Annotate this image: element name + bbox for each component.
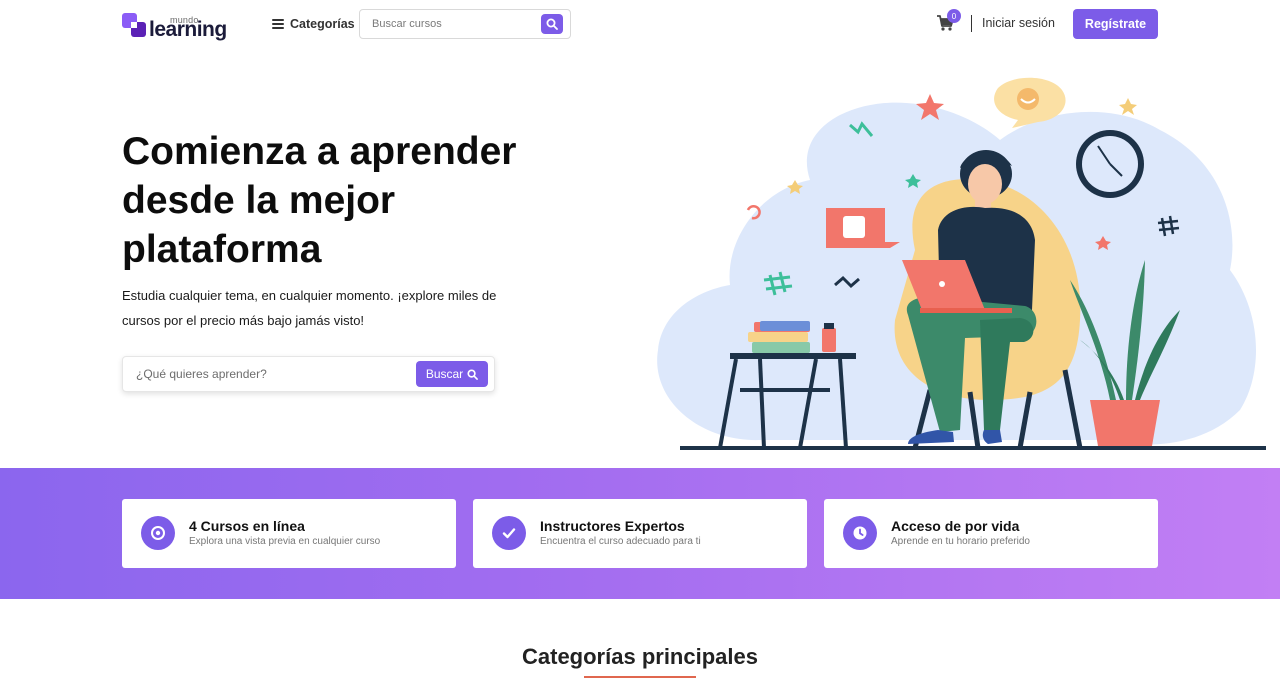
hero-illustration	[657, 77, 1266, 450]
check-icon	[492, 516, 526, 550]
logo-text: learning	[149, 18, 227, 41]
clock-icon	[843, 516, 877, 550]
register-button[interactable]: Regístrate	[1073, 9, 1158, 39]
hero-search-input[interactable]	[123, 357, 413, 391]
feature-card: 4 Cursos en línea Explora una vista prev…	[122, 499, 456, 568]
login-link[interactable]: Iniciar sesión	[982, 16, 1055, 30]
header-search-button[interactable]	[541, 14, 563, 34]
logo-mark-icon	[122, 13, 148, 39]
feature-title: Instructores Expertos	[540, 518, 685, 534]
header-divider	[971, 15, 972, 32]
target-icon	[141, 516, 175, 550]
feature-card: Acceso de por vida Aprende en tu horario…	[824, 499, 1158, 568]
hero-search: Buscar	[122, 356, 495, 392]
search-icon	[467, 368, 479, 380]
site-logo[interactable]: mundo learning	[122, 11, 227, 41]
feature-title: 4 Cursos en línea	[189, 518, 305, 534]
features-band: 4 Cursos en línea Explora una vista prev…	[0, 468, 1280, 599]
cart-count-badge: 0	[947, 9, 961, 23]
feature-description: Explora una vista previa en cualquier cu…	[189, 536, 381, 547]
categories-menu-button[interactable]: Categorías	[272, 14, 355, 34]
feature-title: Acceso de por vida	[891, 518, 1020, 534]
feature-description: Aprende en tu horario preferido	[891, 536, 1030, 547]
hero-subtitle: Estudia cualquier tema, en cualquier mom…	[122, 288, 497, 328]
hero-search-button[interactable]: Buscar	[416, 361, 488, 387]
top-navbar: mundo learning Categorías 0 Iniciar sesi…	[0, 0, 1280, 48]
cart-button[interactable]: 0	[936, 9, 961, 34]
section-title: Categorías principales	[522, 644, 758, 669]
hamburger-icon	[272, 19, 284, 29]
search-icon	[546, 18, 558, 30]
hero-title: Comienza a aprender desde la mejor plata…	[122, 130, 517, 271]
header-search	[359, 9, 571, 39]
hero-search-button-label: Buscar	[425, 367, 464, 381]
feature-card: Instructores Expertos Encuentra el curso…	[473, 499, 807, 568]
feature-description: Encuentra el curso adecuado para ti	[540, 536, 701, 547]
section-title-underline	[584, 676, 696, 678]
header-search-input[interactable]	[360, 10, 540, 38]
categories-label: Categorías	[290, 17, 355, 31]
